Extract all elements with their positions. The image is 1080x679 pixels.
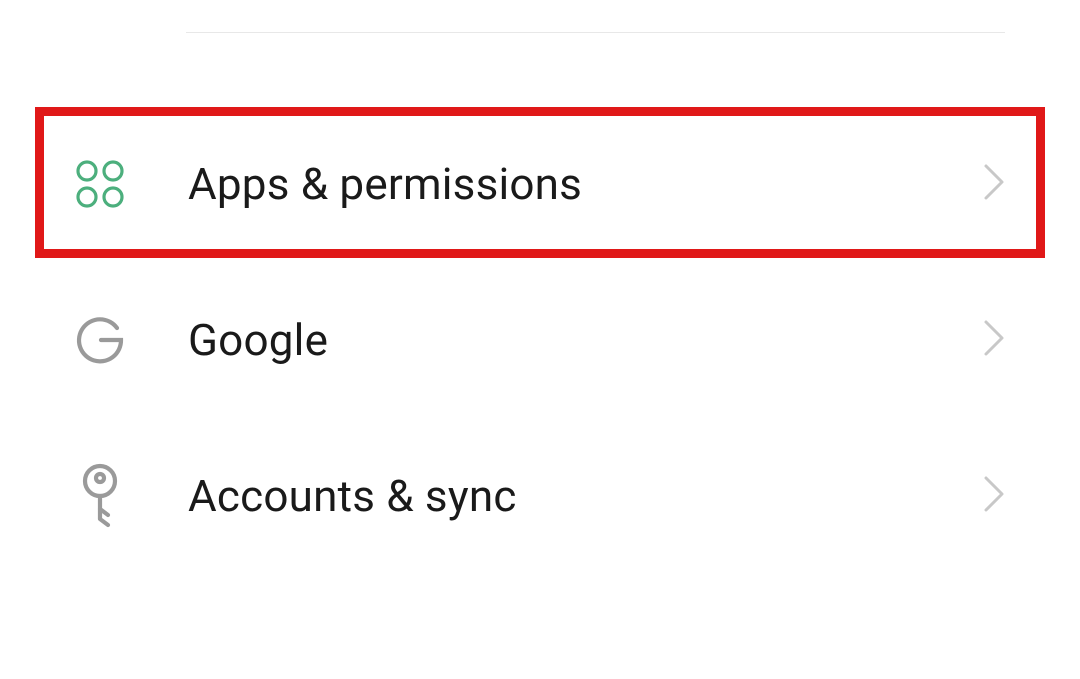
chevron-right-icon [983,319,1005,361]
settings-item-accounts-sync[interactable]: Accounts & sync [0,418,1080,574]
settings-item-label: Accounts & sync [188,470,983,522]
chevron-right-icon [983,163,1005,205]
chevron-right-icon [983,475,1005,517]
key-icon [70,466,130,526]
apps-icon [70,154,130,214]
settings-item-apps-permissions[interactable]: Apps & permissions [0,106,1080,262]
top-divider [186,32,1005,33]
google-icon [70,310,130,370]
settings-list: Apps & permissions Google [0,0,1080,574]
settings-item-label: Google [188,314,983,366]
settings-item-google[interactable]: Google [0,262,1080,418]
settings-item-label: Apps & permissions [188,158,983,210]
